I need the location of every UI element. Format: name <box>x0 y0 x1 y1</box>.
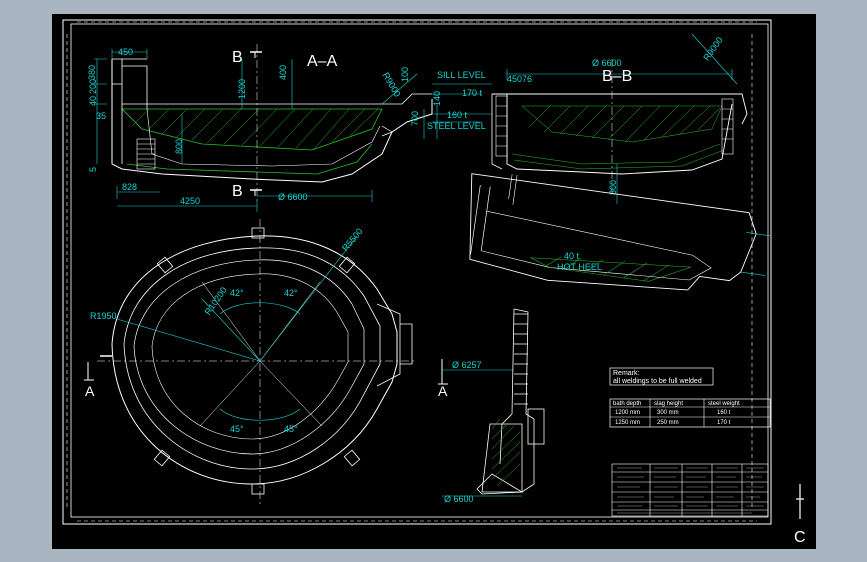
cut-b-top-label: B <box>232 49 243 66</box>
remark-title: Remark: <box>613 370 640 377</box>
hot-heel-label: HOT HEEL <box>557 262 602 272</box>
angle-42-left: 42° <box>230 288 244 298</box>
dim-5: 5 <box>88 167 98 172</box>
dim-450: 450 <box>118 47 133 57</box>
section-bb-title: B–B <box>602 68 632 85</box>
cut-b-bottom-label: B <box>232 183 243 200</box>
remark-block: Remark: all weldings to be full welded <box>609 367 714 386</box>
dim-r9000-bb: R9000 <box>701 35 724 62</box>
cut-a-left-label: A <box>85 383 95 399</box>
level-labels: SILL LEVEL 170 t 160 t STEEL LEVEL 45076 <box>427 70 532 131</box>
section-aa-labels: A–A B B 450 380 40 200 1200 400 R9000 10… <box>87 47 442 206</box>
bath-depth-table: bath depth slag height steel weight 1200… <box>609 398 771 428</box>
cut-a-right-label: A <box>438 383 448 399</box>
section-aa-title: A–A <box>307 53 338 70</box>
dim-r5500: R5500 <box>340 226 365 253</box>
dim-380: 380 <box>87 65 97 80</box>
detail-view-drawing <box>438 308 545 497</box>
dim-dia6600-detail: Ø 6600 <box>444 494 474 504</box>
dim-35: 35 <box>96 111 106 121</box>
dim-200: 200 <box>88 79 98 94</box>
sill-level-label: SILL LEVEL <box>437 70 486 80</box>
dim-dia6600-aa: Ø 6600 <box>278 192 308 202</box>
table-cell: 170 t <box>717 420 731 426</box>
dim-r1950: R1950 <box>90 311 117 321</box>
hot-heel-tonnage-label: 40 t <box>564 251 580 261</box>
dim-800: 800 <box>174 139 184 154</box>
dim-400: 400 <box>278 65 288 80</box>
title-block <box>611 463 769 517</box>
cut-c-label: C <box>794 529 806 546</box>
table-cell: 300 mm <box>657 410 679 416</box>
dim-700: 700 <box>410 111 420 126</box>
dim-dia6257: Ø 6257 <box>452 360 482 370</box>
dim-1200: 1200 <box>237 79 247 99</box>
table-header-slag-height: slag height <box>654 401 683 407</box>
detail-view-labels: A Ø 6257 Ø 6600 <box>438 360 482 504</box>
table-header-steel-weight: steel weight <box>708 401 740 407</box>
remark-text: all weldings to be full welded <box>613 378 702 385</box>
plan-view-drawing <box>84 219 417 504</box>
plan-view-labels: R1950 R5500 R10200 42° 42° 45° 45° A <box>85 226 365 434</box>
drawing-canvas[interactable]: A–A B B 450 380 40 200 1200 400 R9000 10… <box>52 14 816 549</box>
angle-45-left: 45° <box>230 424 244 434</box>
cut-c-marker: C <box>794 484 806 546</box>
table-header-bath-depth: bath depth <box>613 401 641 407</box>
dim-40: 40 <box>88 96 98 106</box>
dim-dia6600-bb: Ø 6600 <box>592 58 622 68</box>
dim-45076: 45076 <box>507 74 532 84</box>
dim-828: 828 <box>122 182 137 192</box>
table-cell: 1200 mm <box>615 410 640 416</box>
table-cell: 1250 mm <box>615 420 640 426</box>
tonnage-160-label: 160 t <box>447 110 468 120</box>
steel-level-label: STEEL LEVEL <box>427 121 486 131</box>
angle-42-right: 42° <box>284 288 298 298</box>
dim-r10200: R10200 <box>203 285 229 317</box>
table-cell: 160 t <box>717 410 731 416</box>
dim-140: 140 <box>432 91 442 106</box>
angle-45-right: 45° <box>284 424 298 434</box>
dim-4250: 4250 <box>180 196 200 206</box>
tonnage-170-label: 170 t <box>462 88 483 98</box>
table-cell: 250 mm <box>657 420 679 426</box>
dim-100: 100 <box>400 67 410 82</box>
